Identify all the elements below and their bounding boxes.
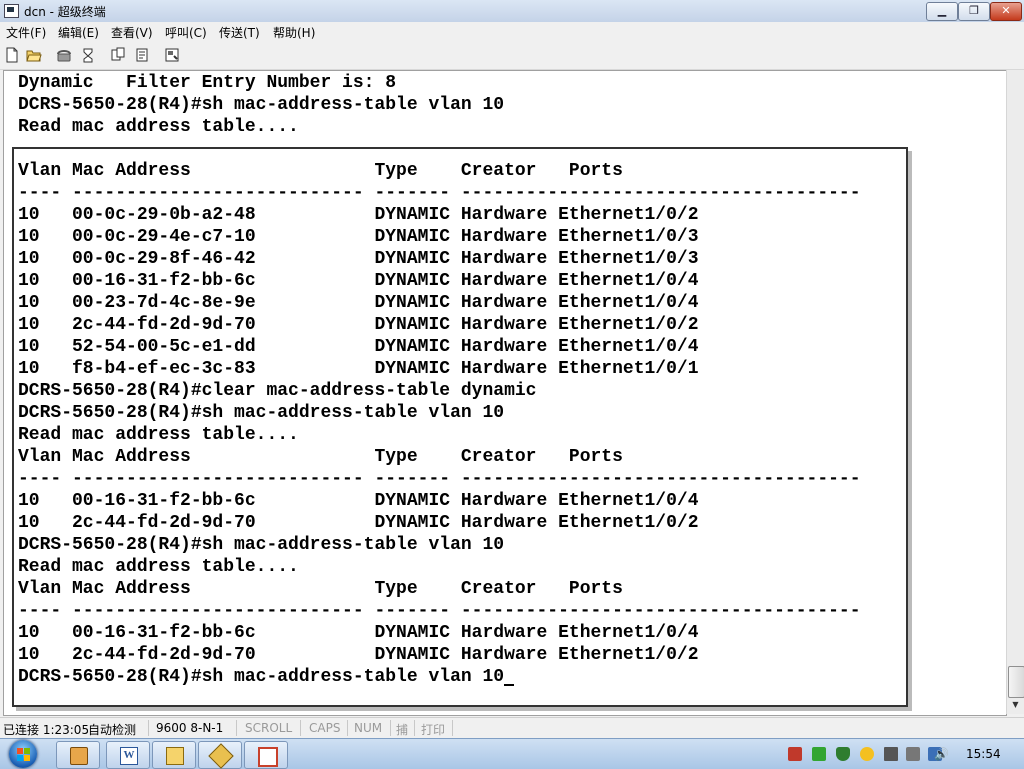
terminal-line: Vlan Mac Address Type Creator Ports [18, 447, 623, 467]
terminal-line: 10 00-0c-29-4e-c7-10 DYNAMIC Hardware Et… [18, 227, 699, 247]
terminal-line: ---- --------------------------- -------… [18, 469, 861, 489]
terminal-line: 10 00-23-7d-4c-8e-9e DYNAMIC Hardware Et… [18, 293, 699, 313]
menu-edit[interactable]: 编辑(E) [58, 24, 99, 41]
printer-icon[interactable] [884, 747, 898, 761]
receive-file-icon[interactable] [134, 47, 150, 63]
terminal-line: Read mac address table.... [18, 557, 299, 577]
windows-logo-icon [9, 740, 37, 768]
taskbar-word[interactable]: W [106, 741, 150, 769]
terminal-line: 10 2c-44-fd-2d-9d-70 DYNAMIC Hardware Et… [18, 513, 699, 533]
security-icon[interactable] [860, 747, 874, 761]
minimize-button[interactable]: ▁ [926, 2, 958, 21]
terminal-line: Vlan Mac Address Type Creator Ports [18, 579, 623, 599]
terminal-line: 10 2c-44-fd-2d-9d-70 DYNAMIC Hardware Et… [18, 315, 699, 335]
network-icon[interactable] [788, 747, 802, 761]
taskbar: W 🔊 15:54 [0, 738, 1024, 769]
num-lock-indicator: NUM [354, 721, 383, 735]
terminal-app-icon[interactable] [4, 4, 19, 18]
phone-icon[interactable] [906, 747, 920, 761]
properties-icon[interactable] [164, 47, 180, 63]
terminal-line: 10 00-0c-29-0b-a2-48 DYNAMIC Hardware Et… [18, 205, 699, 225]
terminal-line: 10 00-16-31-f2-bb-6c DYNAMIC Hardware Et… [18, 491, 699, 511]
caps-lock-indicator: CAPS [309, 721, 341, 735]
terminal-line: 10 2c-44-fd-2d-9d-70 DYNAMIC Hardware Et… [18, 645, 699, 665]
taskbar-app[interactable] [198, 741, 242, 769]
terminal-line: DCRS-5650-28(R4)#sh mac-address-table vl… [18, 403, 505, 423]
text-cursor [504, 684, 515, 686]
clock[interactable]: 15:54 [966, 747, 1001, 761]
shield-icon[interactable] [836, 747, 850, 761]
scroll-lock-indicator: SCROLL [245, 721, 293, 735]
send-file-icon[interactable] [110, 47, 126, 63]
battery-icon[interactable] [812, 747, 826, 761]
taskbar-explorer[interactable] [56, 741, 100, 769]
word-icon: W [120, 747, 138, 765]
connection-status: 已连接 1:23:05 [3, 723, 90, 737]
terminal-line: ---- --------------------------- -------… [18, 183, 861, 203]
phone-disconnect-icon[interactable] [80, 47, 96, 63]
window-title: dcn - 超级终端 [24, 5, 106, 19]
terminal-line: 10 52-54-00-5c-e1-dd DYNAMIC Hardware Et… [18, 337, 699, 357]
phone-connect-icon[interactable] [56, 47, 72, 63]
terminal-line: 10 f8-b4-ef-ec-3c-83 DYNAMIC Hardware Et… [18, 359, 699, 379]
explorer-icon [70, 747, 88, 765]
start-button[interactable] [6, 739, 42, 769]
terminal-line: Dynamic Filter Entry Number is: 8 [18, 73, 397, 93]
title-bar: dcn - 超级终端 ▁ ❐ ✕ [0, 0, 1024, 23]
terminal-line: DCRS-5650-28(R4)#sh mac-address-table vl… [18, 95, 505, 115]
taskbar-folder[interactable] [152, 741, 196, 769]
menu-help[interactable]: 帮助(H) [273, 24, 315, 41]
menu-call[interactable]: 呼叫(C) [165, 24, 207, 41]
menu-view[interactable]: 查看(V) [111, 24, 153, 41]
taskbar-presentation[interactable] [244, 741, 288, 769]
scroll-down-icon[interactable]: ▼ [1008, 698, 1023, 712]
status-bar: 已连接 1:23:05 自动检测 9600 8-N-1 SCROLL CAPS … [0, 717, 1024, 738]
menu-file[interactable]: 文件(F) [6, 24, 46, 41]
terminal-line: Read mac address table.... [18, 425, 299, 445]
terminal-line: Vlan Mac Address Type Creator Ports [18, 161, 623, 181]
scrollbar-thumb[interactable] [1008, 666, 1024, 698]
toolbar [0, 43, 1024, 70]
folder-icon [166, 747, 184, 765]
volume-icon[interactable]: 🔊 [934, 747, 949, 761]
print-indicator: 打印 [421, 723, 446, 737]
terminal-output[interactable]: Dynamic Filter Entry Number is: 8 DCRS-56… [3, 70, 1007, 716]
terminal-line: 10 00-16-31-f2-bb-6c DYNAMIC Hardware Et… [18, 271, 699, 291]
menu-transfer[interactable]: 传送(T) [219, 24, 260, 41]
terminal-line: ---- --------------------------- -------… [18, 601, 861, 621]
app-icon [208, 743, 234, 769]
new-file-icon[interactable] [4, 47, 20, 63]
close-button[interactable]: ✕ [990, 2, 1022, 21]
menu-bar: 文件(F) 编辑(E) 查看(V) 呼叫(C) 传送(T) 帮助(H) [0, 22, 1024, 42]
open-folder-icon[interactable] [26, 47, 42, 63]
vertical-scrollbar[interactable]: ▼ [1006, 70, 1024, 714]
terminal-line: DCRS-5650-28(R4)#clear mac-address-table… [18, 381, 537, 401]
terminal-text: Dynamic Filter Entry Number is: 8 DCRS-56… [18, 72, 861, 688]
terminal-prompt-text: DCRS-5650-28(R4)#sh mac-address-table vl… [18, 667, 505, 687]
terminal-line: 10 00-16-31-f2-bb-6c DYNAMIC Hardware Et… [18, 623, 699, 643]
terminal-line: Read mac address table.... [18, 117, 299, 137]
detect-status: 自动检测 [88, 723, 137, 737]
terminal-line: DCRS-5650-28(R4)#sh mac-address-table vl… [18, 535, 505, 555]
capture-indicator: 捕 [396, 723, 409, 737]
baud-status: 9600 8-N-1 [156, 721, 224, 735]
presentation-icon [258, 747, 278, 767]
terminal-prompt-line: DCRS-5650-28(R4)#sh mac-address-table vl… [18, 666, 861, 688]
terminal-line: 10 00-0c-29-8f-46-42 DYNAMIC Hardware Et… [18, 249, 699, 269]
maximize-button[interactable]: ❐ [958, 2, 990, 21]
